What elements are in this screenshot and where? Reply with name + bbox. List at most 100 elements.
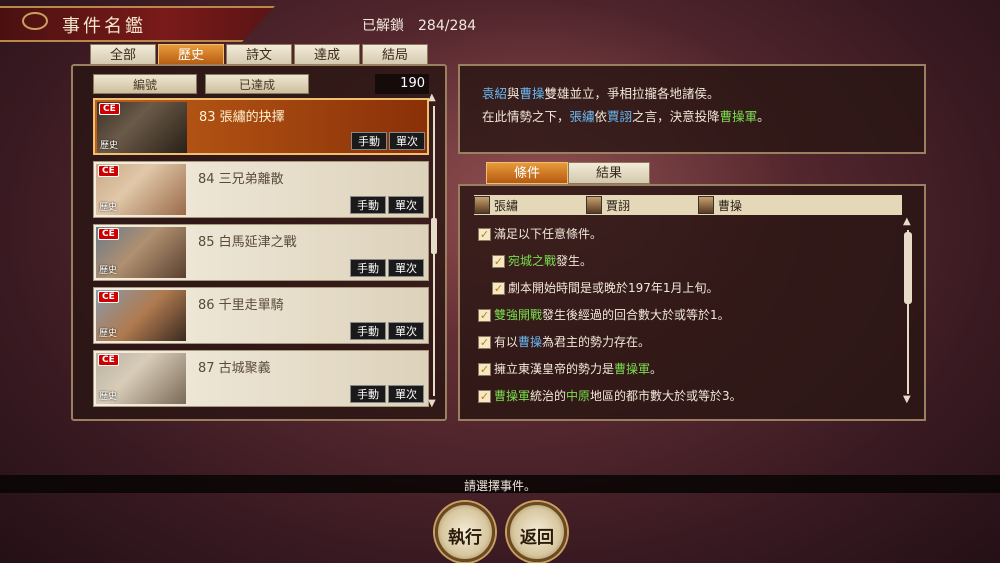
force-name: 曹操軍 — [494, 389, 531, 403]
scroll-up-icon[interactable]: ▲ — [428, 92, 436, 103]
frequency-badge: 單次 — [388, 196, 424, 214]
condition-text: 劇本開始時間是或晚於197年1月上旬。 — [508, 281, 719, 295]
ce-badge: CE — [99, 103, 120, 115]
event-list-panel: 編號 已達成 190 CE 歷史 83 張繡的抉擇 手動 單次 CE 歷史 84… — [71, 64, 447, 421]
detail-tabs: 條件 結果 — [486, 162, 650, 184]
condition-start-time: ✓ 劇本開始時間是或晚於197年1月上旬。 — [492, 279, 719, 296]
condition-emperor: ✓ 擁立東漢皇帝的勢力是曹操軍。 — [478, 360, 662, 377]
execute-button[interactable]: 執行 — [435, 502, 495, 562]
page-title: 事件名鑑 — [62, 16, 146, 37]
list-item[interactable]: CE 歷史 83 張繡的抉擇 手動 單次 — [93, 98, 429, 155]
category-label: 歷史 — [99, 266, 118, 276]
scroll-up-icon[interactable]: ▲ — [903, 216, 911, 227]
condition-text: 發生後經過的回合數大於或等於1。 — [542, 308, 730, 322]
portrait-icon — [586, 196, 602, 214]
event-name: 雙強開戰 — [494, 308, 543, 322]
unlock-status: 已解鎖 284/284 — [362, 15, 476, 35]
person-name: 張繡 — [494, 198, 519, 213]
event-thumbnail: CE 歷史 — [96, 164, 186, 215]
tab-conditions[interactable]: 條件 — [486, 162, 568, 184]
event-title: 83 張繡的抉擇 — [199, 110, 285, 125]
scroll-thumb[interactable] — [904, 232, 912, 304]
condition-war-turns: ✓ 雙強開戰發生後經過的回合數大於或等於1。 — [478, 306, 730, 323]
name-yuan-shao: 袁紹 — [482, 86, 508, 101]
person-jia-xu: 賈詡 — [586, 195, 698, 215]
sort-number-button[interactable]: 編號 — [93, 74, 197, 94]
mode-badge: 手動 — [350, 322, 386, 340]
name-jia-xu: 賈詡 — [607, 109, 633, 124]
unlock-value: 284/284 — [418, 18, 477, 34]
category-label: 歷史 — [99, 392, 118, 402]
tab-history[interactable]: 歷史 — [158, 44, 224, 66]
frequency-badge: 單次 — [388, 259, 424, 277]
frequency-badge: 單次 — [389, 132, 425, 150]
related-persons: 張繡 賈詡 曹操 — [474, 195, 902, 215]
desc-text: 與 — [507, 86, 520, 101]
event-title: 87 古城聚義 — [198, 361, 271, 376]
check-icon: ✓ — [492, 282, 505, 295]
scroll-down-icon[interactable]: ▼ — [903, 394, 911, 405]
tab-results[interactable]: 結果 — [568, 162, 650, 184]
person-name: 曹操 — [518, 335, 543, 349]
person-cao-cao: 曹操 — [698, 195, 810, 215]
event-thumbnail: CE 歷史 — [96, 227, 186, 278]
check-icon: ✓ — [478, 336, 491, 349]
mode-badge: 手動 — [350, 196, 386, 214]
check-icon: ✓ — [492, 255, 505, 268]
tab-all[interactable]: 全部 — [90, 44, 156, 66]
person-name: 曹操 — [718, 198, 743, 213]
condition-wancheng: ✓ 宛城之戰發生。 — [492, 252, 592, 269]
region-name: 中原 — [566, 389, 591, 403]
tab-poetry[interactable]: 詩文 — [226, 44, 292, 66]
scroll-thumb[interactable] — [431, 218, 437, 254]
category-tabs: 全部 歷史 詩文 達成 結局 — [90, 44, 428, 66]
back-button[interactable]: 返回 — [507, 502, 567, 562]
portrait-icon — [698, 196, 714, 214]
event-title: 85 白馬延津之戰 — [198, 235, 297, 250]
check-icon: ✓ — [478, 309, 491, 322]
ce-badge: CE — [98, 291, 119, 303]
portrait-icon — [474, 196, 490, 214]
condition-text: 地區的都市數大於或等於3。 — [590, 389, 742, 403]
conditions-panel: 張繡 賈詡 曹操 ✓ 滿足以下任意條件。 ✓ 宛城之戰發生。 ✓ 劇本開始時間是或晚於… — [458, 184, 926, 421]
frequency-badge: 單次 — [388, 385, 424, 403]
list-item[interactable]: CE 歷史 85 白馬延津之戰 手動 單次 — [93, 224, 429, 281]
check-icon: ✓ — [478, 228, 491, 241]
description-line-1: 袁紹與曹操雙雄並立，爭相拉攏各地諸侯。 — [482, 83, 720, 102]
check-icon: ✓ — [478, 390, 491, 403]
ce-badge: CE — [98, 228, 119, 240]
event-thumbnail: CE 歷史 — [96, 353, 186, 404]
event-list-scrollbar[interactable]: ▲ ▼ — [428, 92, 437, 409]
list-item[interactable]: CE 歷史 86 千里走單騎 手動 單次 — [93, 287, 429, 344]
desc-text: 。 — [757, 109, 770, 124]
desc-text: 雙雄並立，爭相拉攏各地諸侯。 — [544, 86, 720, 101]
event-name: 宛城之戰 — [508, 254, 557, 268]
desc-text: 依 — [594, 109, 608, 124]
event-title: 86 千里走單騎 — [198, 298, 284, 313]
category-label: 歷史 — [99, 203, 118, 213]
description-line-2: 在此情勢之下，張繡依賈詡之言，決意投降曹操軍。 — [482, 106, 770, 125]
condition-cities: ✓ 曹操軍統治的中原地區的都市數大於或等於3。 — [478, 387, 742, 404]
event-description-panel: 袁紹與曹操雙雄並立，爭相拉攏各地諸侯。 在此情勢之下，張繡依賈詡之言，決意投降曹… — [458, 64, 926, 154]
condition-text: 有以 — [494, 335, 519, 349]
force-name: 曹操軍 — [614, 362, 651, 376]
mode-badge: 手動 — [351, 132, 387, 150]
conditions-scrollbar[interactable]: ▲ ▼ — [903, 216, 912, 405]
event-list: CE 歷史 83 張繡的抉擇 手動 單次 CE 歷史 84 三兄弟離散 手動 單… — [93, 98, 429, 413]
execute-label: 執行 — [448, 528, 482, 548]
tab-ending[interactable]: 結局 — [362, 44, 428, 66]
condition-text: 滿足以下任意條件。 — [494, 227, 603, 241]
event-title: 84 三兄弟離散 — [198, 172, 284, 187]
tab-achieved[interactable]: 達成 — [294, 44, 360, 66]
list-item[interactable]: CE 歷史 87 古城聚義 手動 單次 — [93, 350, 429, 407]
condition-text: 擁立東漢皇帝的勢力是 — [494, 362, 615, 376]
event-thumbnail: CE 歷史 — [97, 102, 187, 153]
filter-achieved-button[interactable]: 已達成 — [205, 74, 309, 94]
scroll-down-icon[interactable]: ▼ — [428, 398, 436, 409]
status-bar: 請選擇事件。 — [0, 475, 1000, 493]
event-thumbnail: CE 歷史 — [96, 290, 186, 341]
ce-badge: CE — [98, 165, 119, 177]
condition-lord-exists: ✓ 有以曹操為君主的勢力存在。 — [478, 333, 650, 350]
list-item[interactable]: CE 歷史 84 三兄弟離散 手動 單次 — [93, 161, 429, 218]
person-name: 賈詡 — [606, 198, 631, 213]
